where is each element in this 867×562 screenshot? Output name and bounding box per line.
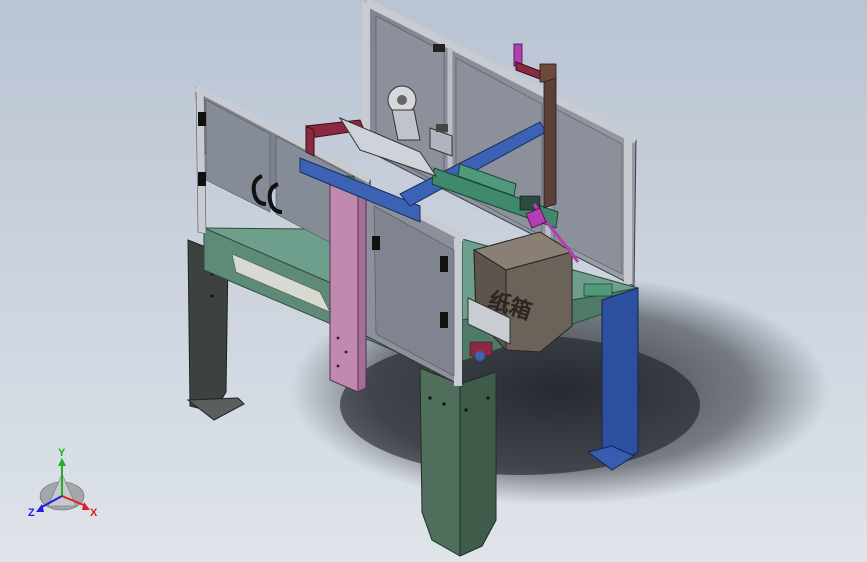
model-scene[interactable]: 纸箱 Y X Z xyxy=(0,0,867,562)
x-axis-label: X xyxy=(90,507,98,519)
x-axis-arrow xyxy=(82,502,90,510)
z-axis-label: Z xyxy=(28,507,35,519)
y-axis-label: Y xyxy=(58,447,66,459)
leg-front xyxy=(419,367,497,557)
pink-post xyxy=(329,175,367,393)
floor-shadow-core xyxy=(340,335,700,475)
cad-viewport[interactable]: 纸箱 Y X Z xyxy=(0,0,867,562)
z-axis-arrow xyxy=(36,504,44,512)
y-axis-arrow xyxy=(58,458,66,466)
coordinate-triad[interactable]: Y X Z xyxy=(28,447,98,519)
